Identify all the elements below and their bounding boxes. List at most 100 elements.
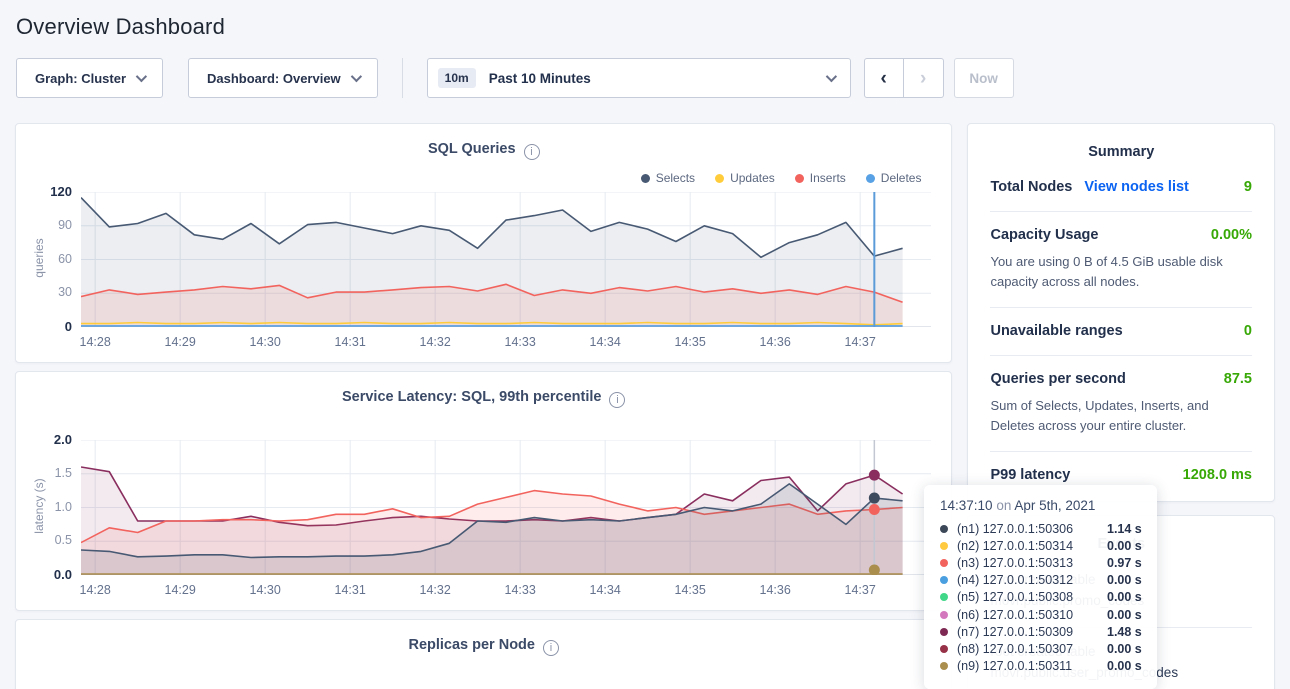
summary-row-capacity: Capacity Usage 0.00% You are using 0 B o… — [990, 212, 1252, 308]
summary-title: Summary — [990, 124, 1252, 164]
time-range-label: Past 10 Minutes — [489, 71, 591, 86]
x-axis-tick: 14:35 — [675, 335, 706, 349]
sql-plot-svg — [81, 192, 931, 327]
chart-title-row: Service Latency: SQL, 99th percentile i — [16, 389, 951, 408]
legend-item: Deletes — [866, 171, 922, 185]
chart-title: SQL Queries — [428, 141, 516, 157]
qps-label: Queries per second — [990, 371, 1125, 387]
legend-dot-icon — [866, 174, 875, 183]
x-axis-tick: 14:35 — [675, 583, 706, 597]
x-axis-tick: 14:29 — [165, 583, 196, 597]
tooltip-node-address: (n3) 127.0.0.1:50313 — [957, 556, 1103, 570]
latency-chart[interactable] — [81, 440, 931, 575]
sql-queries-chart[interactable] — [81, 192, 931, 327]
tooltip-node-address: (n1) 127.0.0.1:50306 — [957, 522, 1103, 536]
chevron-down-icon — [825, 71, 836, 82]
view-nodes-list-link[interactable]: View nodes list — [1084, 179, 1189, 195]
x-axis-tick: 14:34 — [590, 583, 621, 597]
hover-dot — [869, 470, 880, 481]
tooltip-timestamp: 14:37:10 on Apr 5th, 2021 — [940, 498, 1143, 513]
node-color-dot-icon — [940, 525, 948, 533]
tooltip-row: (n5) 127.0.0.1:503080.00 s — [940, 589, 1143, 606]
x-axis-tick: 14:33 — [505, 583, 536, 597]
node-color-dot-icon — [940, 559, 948, 567]
hover-dot — [869, 493, 880, 504]
y-axis-label: latency (s) — [32, 456, 46, 556]
p99-value: 1208.0 ms — [1183, 467, 1252, 483]
chart-title: Service Latency: SQL, 99th percentile — [342, 389, 602, 405]
x-axis-tick: 14:37 — [845, 583, 876, 597]
legend-label: Deletes — [881, 171, 922, 185]
tooltip-node-value: 0.97 s — [1107, 556, 1142, 570]
summary-row-unavailable-ranges: Unavailable ranges 0 — [990, 308, 1252, 356]
dashboard-selector-dropdown[interactable]: Dashboard: Overview — [188, 58, 378, 98]
x-axis-tick: 14:36 — [760, 583, 791, 597]
info-icon[interactable]: i — [524, 144, 540, 160]
info-icon[interactable]: i — [609, 392, 625, 408]
tooltip-node-address: (n5) 127.0.0.1:50308 — [957, 590, 1103, 604]
controls-bar: Graph: Cluster Dashboard: Overview 10m P… — [16, 58, 1274, 98]
tooltip-node-address: (n2) 127.0.0.1:50314 — [957, 539, 1103, 553]
tooltip-node-address: (n6) 127.0.0.1:50310 — [957, 608, 1103, 622]
tooltip-node-value: 0.00 s — [1107, 608, 1142, 622]
chart-hover-tooltip: 14:37:10 on Apr 5th, 2021 (n1) 127.0.0.1… — [924, 485, 1157, 689]
node-color-dot-icon — [940, 662, 948, 670]
chevron-down-icon — [136, 71, 147, 82]
tooltip-row: (n3) 127.0.0.1:50313 0.97 s — [940, 554, 1143, 571]
time-range-picker[interactable]: 10m Past 10 Minutes — [427, 58, 851, 98]
total-nodes-value: 9 — [1244, 179, 1252, 195]
tooltip-node-address: (n8) 127.0.0.1:50307 — [957, 642, 1103, 656]
y-axis-tick: 0.0 — [16, 567, 72, 582]
chart-title: Replicas per Node — [408, 637, 535, 653]
info-icon[interactable]: i — [543, 640, 559, 656]
tooltip-node-value: 1.14 s — [1107, 522, 1142, 536]
legend-dot-icon — [795, 174, 804, 183]
y-axis-tick: 0 — [16, 319, 72, 334]
tooltip-node-value: 0.00 s — [1107, 539, 1142, 553]
legend-label: Updates — [730, 171, 775, 185]
summary-row-qps: Queries per second 87.5 Sum of Selects, … — [990, 356, 1252, 452]
x-axis-tick: 14:29 — [165, 335, 196, 349]
node-color-dot-icon — [940, 628, 948, 636]
qps-value: 87.5 — [1224, 371, 1252, 387]
x-axis-tick: 14:33 — [505, 335, 536, 349]
legend-label: Selects — [656, 171, 695, 185]
tooltip-node-value: 0.00 s — [1107, 659, 1142, 673]
node-color-dot-icon — [940, 576, 948, 584]
capacity-label: Capacity Usage — [990, 227, 1098, 243]
charts-column: SQL Queries i Selects Updates Inserts Delete… — [15, 123, 952, 689]
legend-item: Selects — [641, 171, 695, 185]
tooltip-row: (n6) 127.0.0.1:50310 0.00 s — [940, 606, 1143, 623]
legend-dot-icon — [641, 174, 650, 183]
tooltip-node-address: (n7) 127.0.0.1:50309 — [957, 625, 1103, 639]
time-back-button[interactable]: ‹ — [864, 58, 904, 98]
tooltip-node-address: (n9) 127.0.0.1:50311 — [957, 659, 1103, 673]
tooltip-node-value: 0.00 s — [1107, 573, 1142, 587]
graph-selector-dropdown[interactable]: Graph: Cluster — [16, 58, 163, 98]
tooltip-node-value: 0.00 s — [1107, 642, 1142, 656]
summary-row-total-nodes: Total Nodes View nodes list 9 — [990, 164, 1252, 212]
x-axis-tick: 14:37 — [845, 335, 876, 349]
tooltip-row: (n9) 127.0.0.1:50311 0.00 s — [940, 658, 1143, 675]
total-nodes-label: Total Nodes — [990, 179, 1072, 195]
capacity-value: 0.00% — [1211, 227, 1252, 243]
latency-panel: Service Latency: SQL, 99th percentile i 0… — [15, 371, 952, 611]
node-color-dot-icon — [940, 542, 948, 550]
x-axis-tick: 14:28 — [80, 335, 111, 349]
legend-dot-icon — [715, 174, 724, 183]
legend-item: Inserts — [795, 171, 846, 185]
hover-dot — [869, 565, 880, 576]
chart-title-row: SQL Queries i — [16, 141, 951, 160]
x-axis-tick: 14:30 — [250, 583, 281, 597]
tooltip-row: (n2) 127.0.0.1:50314 0.00 s — [940, 537, 1143, 554]
x-axis-tick: 14:30 — [250, 335, 281, 349]
tooltip-rows: (n1) 127.0.0.1:503061.14 s(n2) 127.0.0.1… — [940, 520, 1143, 675]
hover-dot — [869, 504, 880, 515]
x-axis-tick: 14:32 — [420, 335, 451, 349]
now-button[interactable]: Now — [954, 58, 1014, 98]
p99-label: P99 latency — [990, 467, 1070, 483]
tooltip-row: (n7) 127.0.0.1:503091.48 s — [940, 623, 1143, 640]
time-forward-button[interactable]: › — [904, 58, 944, 98]
sql-queries-panel: SQL Queries i Selects Updates Inserts Delete… — [15, 123, 952, 363]
node-color-dot-icon — [940, 645, 948, 653]
